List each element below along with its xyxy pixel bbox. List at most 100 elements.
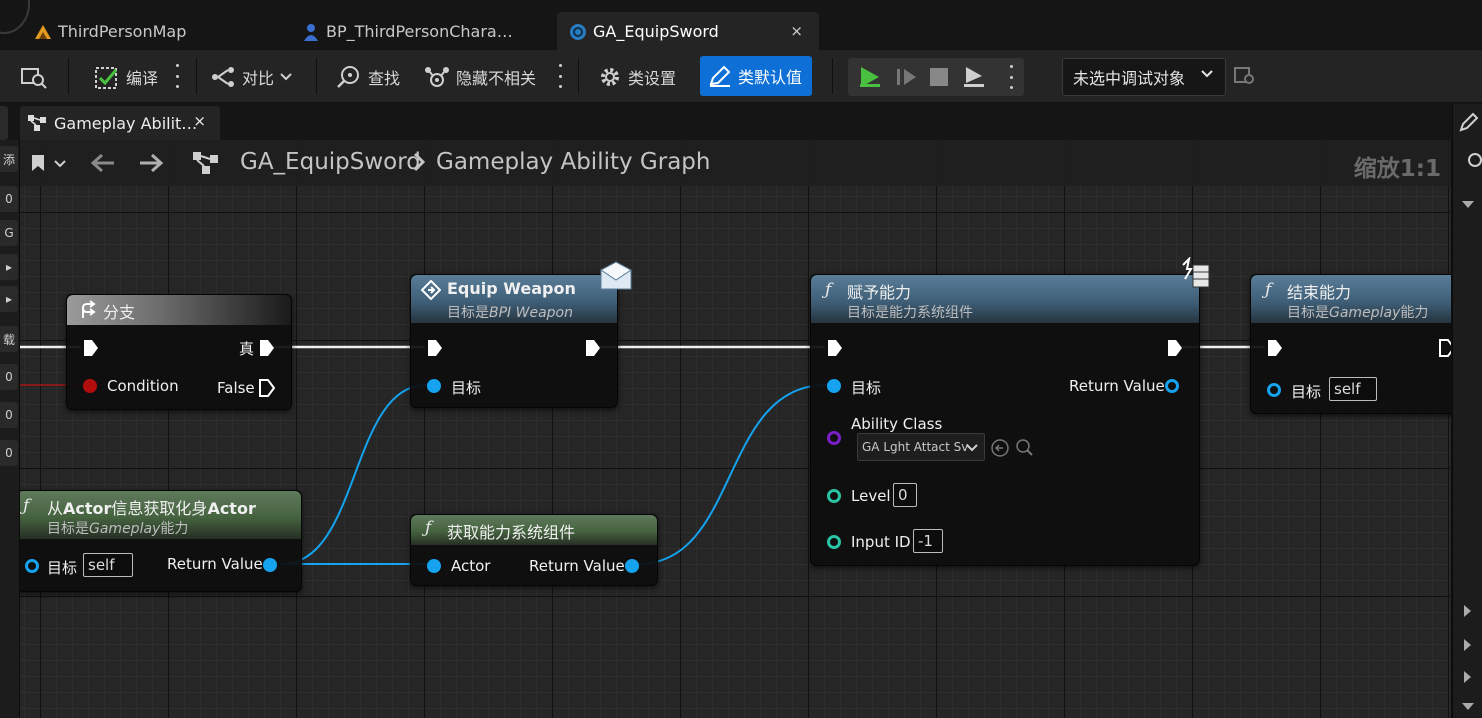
level-pin[interactable] [827,489,841,503]
close-icon[interactable]: × [193,112,206,130]
ability-class-dropdown[interactable]: GA Lght Attact Sv [857,433,985,461]
object-wire-avatar-to-equip [281,384,427,565]
return-value-pin[interactable] [625,559,639,573]
sidebar-button[interactable]: 载 [0,326,18,352]
get-ability-system-component-node[interactable]: ƒ 获取能力系统组件 Actor Return Value [410,514,658,586]
target-self-input[interactable]: self [83,553,133,577]
target-pin[interactable] [427,379,441,393]
hide-unrelated-button[interactable]: 隐藏不相关 [424,60,536,94]
exec-in-pin[interactable] [827,339,843,357]
find-label: 查找 [368,69,401,88]
sidebar-button[interactable]: 0 [0,440,18,466]
sidebar-button[interactable]: G [0,220,18,246]
object-wire-asc-to-give [637,384,827,565]
search-icon[interactable] [1465,152,1482,170]
target-pin[interactable] [827,379,841,393]
tab-bp-third-person-character[interactable]: BP_ThirdPersonChara… [290,12,550,50]
level-icon [35,25,51,39]
class-settings-label: 类设置 [628,69,677,88]
find-button[interactable]: 查找 [336,60,400,94]
browse-button[interactable] [20,60,48,94]
exec-true-pin[interactable] [259,339,275,357]
tab-gameplay-ability-graph[interactable]: Gameplay Abilit… × [20,106,220,140]
close-icon[interactable]: × [790,22,803,40]
debug-object-value: 未选中调试对象 [1073,69,1186,88]
exec-out-pin[interactable] [1439,339,1451,357]
use-selected-icon[interactable] [991,439,1009,457]
blueprint-icon [570,24,586,40]
level-input[interactable]: 0 [893,483,917,507]
function-icon: ƒ [425,518,432,538]
node-title: 结束能力 [1287,283,1352,302]
target-self-input[interactable]: self [1329,377,1377,401]
advance-frame-icon[interactable] [896,67,918,87]
ability-class-pin[interactable] [827,431,841,445]
sidebar-button[interactable]: 0 [0,364,18,390]
diff-button[interactable]: 对比 [210,60,292,94]
eject-icon[interactable] [962,66,986,88]
chevron-right-icon[interactable] [1463,604,1473,618]
give-ability-node[interactable]: ƒ 赋予能力 目标是能力系统组件 目标 Return Value Ability… [810,257,1210,566]
class-defaults-button[interactable]: 类默认值 [700,56,813,96]
chevron-right-icon[interactable] [1463,670,1473,684]
node-title: 分支 [103,303,136,322]
sidebar-button[interactable]: 添 [0,146,18,172]
false-label: False [217,379,255,397]
target-pin[interactable] [1267,383,1281,397]
exec-false-pin[interactable] [259,379,275,397]
chevron-down-icon [966,444,978,452]
exec-out-pin[interactable] [585,339,601,357]
exec-out-pin[interactable] [1167,339,1183,357]
node-header: ƒ 获取能力系统组件 [411,515,657,545]
debug-browse-icon[interactable] [1234,66,1256,86]
target-label: 目标 [451,379,482,397]
tab-third-person-map[interactable]: ThirdPersonMap [22,12,280,50]
chevron-right-icon[interactable] [1463,638,1473,652]
target-pin[interactable] [25,559,39,573]
sidebar-button[interactable]: 0 [0,402,18,428]
equip-weapon-node[interactable]: Equip Weapon 目标是BPI Weapon 目标 [410,261,632,408]
chevron-down-icon[interactable] [1461,702,1475,712]
compile-check-icon [95,67,118,89]
input-id-field[interactable]: -1 [913,529,943,553]
return-value-pin[interactable] [263,558,277,572]
actor-pin[interactable] [427,559,441,573]
node-subtitle: 目标是能力系统组件 [847,305,973,321]
find-options-kebab[interactable] [557,64,563,88]
get-avatar-actor-node[interactable]: ƒ 从Actor信息获取化身Actor 目标是Gameplay能力 目标 sel… [20,490,302,592]
wire-layer [20,345,1266,565]
actor-label: Actor [451,557,491,575]
condition-pin[interactable] [83,379,97,393]
blueprint-graph-canvas[interactable]: GA_EquipSword Gameplay Ability Graph 缩放1… [20,140,1451,718]
play-icon[interactable] [858,66,882,88]
exec-in-pin[interactable] [427,339,443,357]
browse-icon [21,68,47,89]
sidebar-button[interactable]: ▸ [0,286,18,312]
node-title: 获取能力系统组件 [447,523,576,542]
chevron-down-icon [280,73,292,81]
debug-object-select[interactable]: 未选中调试对象 [1062,58,1226,96]
browse-asset-icon[interactable] [1015,439,1033,457]
play-controls [848,58,1024,96]
edit-icon[interactable] [1459,112,1479,132]
stop-icon[interactable] [930,68,948,86]
document-tab-bar: ThirdPersonMap BP_ThirdPersonChara… GA_E… [0,0,1482,50]
exec-in-pin[interactable] [83,339,99,357]
branch-node[interactable]: 分支 真 Condition False [66,294,292,410]
class-settings-button[interactable]: 类设置 [598,60,676,94]
return-value-pin[interactable] [1165,379,1179,393]
end-ability-node[interactable]: ƒ 结束能力 目标是Gameplay能力 目标 self [1250,274,1451,414]
play-options-kebab[interactable] [1008,65,1014,89]
ability-class-value: GA Lght Attact Sv [862,440,969,454]
tab-ga-equip-sword[interactable]: GA_EquipSword × [557,12,819,50]
blueprint-toolbar: 编译 对比 查找 隐藏不相关 类设置 类默认值 未选中调试对象 [0,50,1482,102]
envelope-icon [600,261,632,290]
sidebar-button[interactable]: 0 [0,186,18,212]
sidebar-button[interactable]: ▸ [0,254,18,280]
compile-options-kebab[interactable] [174,64,180,88]
compile-button[interactable]: 编译 [94,60,158,94]
return-value-label: Return Value [1069,377,1165,395]
input-id-pin[interactable] [827,535,841,549]
exec-in-pin[interactable] [1267,339,1283,357]
chevron-down-icon[interactable] [1461,200,1475,210]
